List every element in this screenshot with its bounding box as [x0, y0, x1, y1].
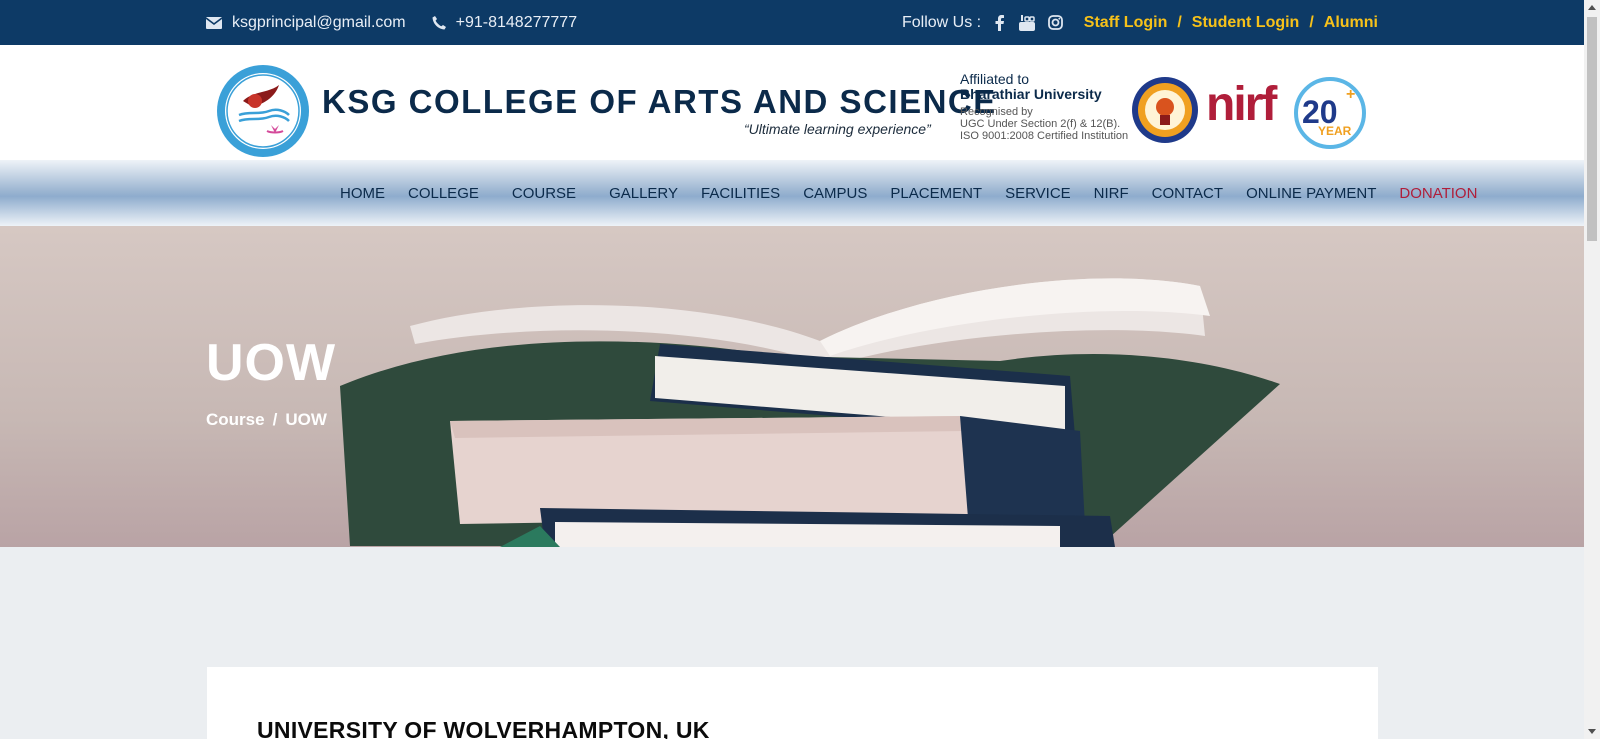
- envelope-icon: [206, 16, 222, 29]
- instagram-icon[interactable]: [1045, 13, 1065, 33]
- breadcrumb-course-link[interactable]: Course: [206, 410, 265, 429]
- nav-item-facilities[interactable]: FACILITIES: [701, 185, 780, 202]
- login-separator: /: [1177, 13, 1182, 31]
- contact-phone[interactable]: +91-8148277777: [432, 14, 577, 32]
- main-nav-list: HOME COLLEGE COURSE GALLERY FACILITIES C…: [340, 160, 1477, 226]
- college-name: KSG COLLEGE OF ARTS AND SCIENCE: [322, 83, 997, 120]
- youtube-icon[interactable]: [1017, 13, 1037, 33]
- nav-item-gallery[interactable]: GALLERY: [609, 185, 678, 202]
- follow-us-label: Follow Us :: [902, 13, 982, 31]
- years-badge-plus: +: [1346, 86, 1355, 103]
- top-bar: ksgprincipal@gmail.com +91-8148277777 Fo…: [0, 0, 1584, 45]
- contact-email-text: ksgprincipal@gmail.com: [232, 13, 406, 31]
- contact-email[interactable]: ksgprincipal@gmail.com: [206, 14, 406, 32]
- nav-item-service[interactable]: SERVICE: [1005, 185, 1071, 202]
- nirf-logo: nirf: [1206, 78, 1277, 131]
- college-tagline: “Ultimate learning experience”: [744, 121, 931, 137]
- top-bar-inner: ksgprincipal@gmail.com +91-8148277777 Fo…: [206, 0, 1378, 45]
- student-login-link[interactable]: Student Login: [1192, 14, 1300, 32]
- years-badge-sub: YEAR: [1318, 124, 1352, 138]
- nav-item-placement[interactable]: PLACEMENT: [890, 185, 982, 202]
- page-hero-banner: UOW Course / UOW: [0, 226, 1584, 547]
- breadcrumb-current: UOW: [285, 410, 327, 429]
- breadcrumb-separator: /: [272, 410, 278, 429]
- nav-item-nirf[interactable]: NIRF: [1094, 185, 1129, 202]
- staff-login-link[interactable]: Staff Login: [1084, 14, 1168, 32]
- scroll-down-arrow-icon[interactable]: [1588, 729, 1596, 734]
- scroll-up-arrow-icon[interactable]: [1588, 5, 1596, 10]
- nav-item-course[interactable]: COURSE: [512, 185, 576, 202]
- facebook-icon[interactable]: [989, 13, 1009, 33]
- login-links: Staff Login / Student Login / Alumni: [1084, 0, 1378, 45]
- site-header: KSG COLLEGE OF ARTS AND SCIENCE “Ultimat…: [0, 45, 1584, 160]
- alumni-link[interactable]: Alumni: [1324, 14, 1378, 32]
- main-nav: HOME COLLEGE COURSE GALLERY FACILITIES C…: [0, 160, 1584, 226]
- phone-icon: [432, 15, 446, 29]
- bharathiar-university-logo: [1132, 77, 1198, 143]
- content-heading: UNIVERSITY OF WOLVERHAMPTON, UK: [257, 717, 710, 739]
- nav-item-college[interactable]: COLLEGE: [408, 185, 479, 202]
- nav-item-campus[interactable]: CAMPUS: [803, 185, 867, 202]
- content-card: UNIVERSITY OF WOLVERHAMPTON, UK: [207, 667, 1378, 739]
- twenty-years-badge: 20 + YEAR: [1294, 77, 1366, 149]
- nav-item-contact[interactable]: CONTACT: [1152, 185, 1223, 202]
- login-separator: /: [1309, 13, 1314, 31]
- nav-item-home[interactable]: HOME: [340, 185, 385, 202]
- college-seal-logo[interactable]: [209, 63, 319, 159]
- page-scrollbar[interactable]: [1584, 0, 1600, 739]
- nav-item-donation[interactable]: DONATION: [1399, 185, 1477, 202]
- nav-item-online-payment[interactable]: ONLINE PAYMENT: [1246, 185, 1376, 202]
- page-title: UOW: [206, 334, 337, 392]
- scrollbar-thumb[interactable]: [1587, 17, 1597, 241]
- contact-phone-text: +91-8148277777: [455, 13, 578, 31]
- breadcrumb: Course / UOW: [206, 410, 327, 430]
- follow-us: Follow Us :: [902, 0, 1065, 45]
